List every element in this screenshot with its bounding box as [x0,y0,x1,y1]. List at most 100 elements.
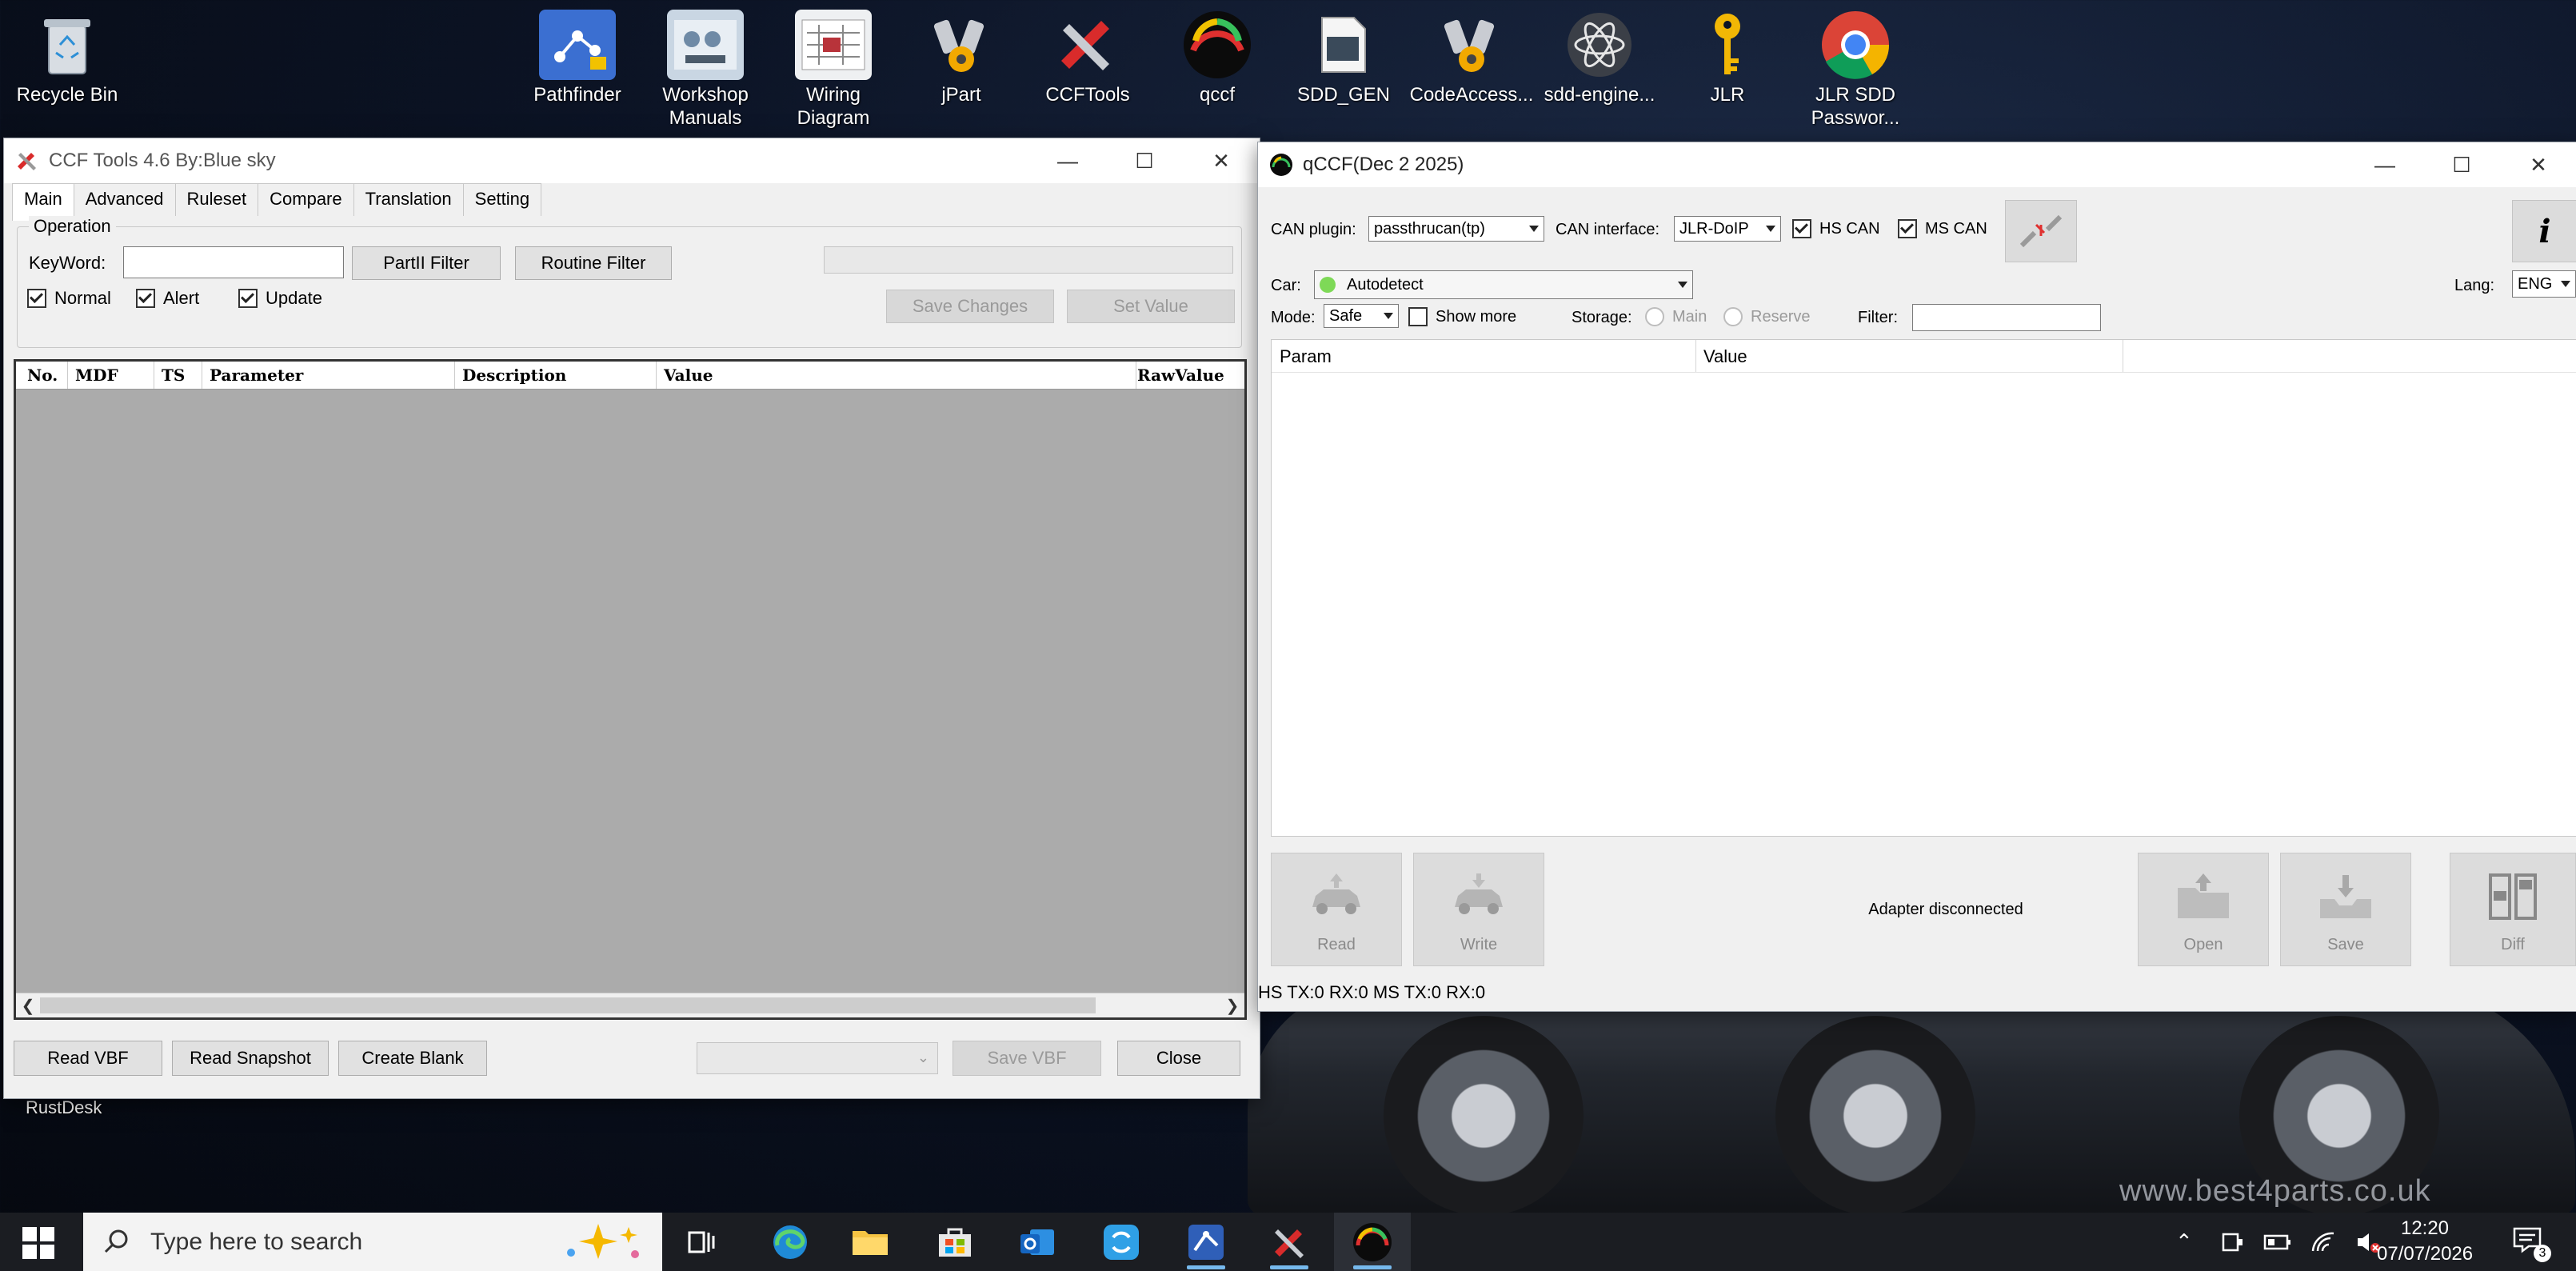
alert-checkbox[interactable]: Alert [136,288,199,309]
desktop-icon-sdd-engine[interactable]: sdd-engine... [1536,3,1663,106]
chevron-up-icon[interactable]: ⌃ [2175,1229,2193,1254]
clock[interactable]: 12:20 07/07/2026 [2377,1216,2473,1267]
col-mdf[interactable]: MDF [75,366,118,385]
chevron-down-icon [1678,282,1687,288]
maximize-button[interactable]: ☐ [1106,138,1183,183]
edge-icon[interactable] [752,1213,829,1271]
ccftools-taskbar-icon[interactable] [1251,1213,1328,1271]
chevron-down-icon [2561,281,2570,287]
file-explorer-icon[interactable] [832,1213,909,1271]
keyword-input[interactable] [123,246,344,278]
desktop-icon-workshop-manuals[interactable]: Workshop Manuals [641,3,769,130]
task-view-icon[interactable] [664,1213,741,1271]
ccf-titlebar[interactable]: CCF Tools 4.6 By:Blue sky — ☐ ✕ [4,138,1260,183]
wallpaper-wheel [1384,1016,1584,1216]
desktop-icon-ccftools[interactable]: CCFTools [1024,3,1152,106]
key-icon [1689,10,1766,80]
tab-main[interactable]: Main [12,183,74,221]
save-changes-button[interactable]: Save Changes [886,290,1054,323]
diff-button[interactable]: Diff [2450,853,2576,966]
scroll-left-icon[interactable]: ❮ [16,993,40,1017]
col-param[interactable]: Param [1280,346,1332,367]
desktop-icon-jpart[interactable]: jPart [897,3,1025,106]
close-window-button[interactable]: ✕ [1183,138,1260,183]
tab-setting[interactable]: Setting [462,183,542,216]
minimize-button[interactable]: — [1029,138,1106,183]
desktop-icon-jlr-sdd-password[interactable]: JLR SDD Passwor... [1791,3,1919,130]
storage-main-radio[interactable]: Main [1645,307,1707,326]
desktop-icon-qccf[interactable]: qccf [1153,3,1281,106]
filter-input[interactable] [1912,304,2101,331]
normal-checkbox[interactable]: Normal [27,288,111,309]
close-window-button[interactable]: ✕ [2500,142,2576,187]
routine-filter-button[interactable]: Routine Filter [515,246,672,280]
desktop-icon-sdd-gen[interactable]: SDD_GEN [1280,3,1408,106]
scroll-thumb[interactable] [40,997,1096,1013]
checkbox-checked-icon [1792,219,1811,238]
tab-translation[interactable]: Translation [353,183,464,216]
col-rawvalue[interactable]: RawValue [1137,366,1224,385]
desktop-icon-pathfinder[interactable]: Pathfinder [513,3,641,106]
col-no[interactable]: No. [27,366,58,385]
windows-start-icon[interactable] [22,1227,54,1259]
mode-select[interactable]: Safe [1324,304,1399,328]
desktop-icon-jlr[interactable]: JLR [1663,3,1791,106]
save-tray-icon [2320,875,2371,918]
sdd-gen-icon [1305,10,1382,80]
taskbar-search[interactable]: Type here to search [83,1213,662,1271]
param-table[interactable]: Param Value [1271,339,2576,837]
update-checkbox[interactable]: Update [238,288,322,309]
rustdesk-icon[interactable] [1083,1213,1160,1271]
close-button[interactable]: Close [1117,1041,1240,1076]
qccf-titlebar[interactable]: qCCF(Dec 2 2025) — ☐ ✕ [1258,142,2576,187]
can-interface-select[interactable]: JLR-DoIP [1674,216,1781,242]
create-blank-button[interactable]: Create Blank [338,1041,487,1076]
storage-reserve-radio[interactable]: Reserve [1723,307,1810,326]
desktop-icon-codeaccess[interactable]: CodeAccess... [1408,3,1536,106]
scroll-right-icon[interactable]: ❯ [1220,993,1244,1017]
store-icon[interactable] [917,1213,993,1271]
col-ts[interactable]: TS [162,366,185,385]
col-parameter[interactable]: Parameter [210,366,303,385]
write-button[interactable]: Write [1413,853,1544,966]
car-select[interactable]: Autodetect [1314,270,1693,299]
hs-can-checkbox[interactable]: HS CAN [1792,219,1880,238]
desktop-icon-recycle-bin[interactable]: Recycle Bin [3,3,131,106]
chevron-down-icon [1766,226,1775,232]
can-interface-label: CAN interface: [1556,221,1660,238]
col-description[interactable]: Description [462,366,566,385]
save-button[interactable]: Save [2280,853,2411,966]
col-value[interactable]: Value [664,366,713,385]
show-more-checkbox[interactable]: Show more [1408,307,1516,326]
battery-icon[interactable] [2263,1233,2292,1252]
partii-filter-button[interactable]: PartII Filter [352,246,501,280]
save-vbf-button[interactable]: Save VBF [953,1041,1101,1076]
tab-ruleset[interactable]: Ruleset [174,183,259,216]
tab-advanced[interactable]: Advanced [73,183,176,216]
minimize-button[interactable]: — [2346,142,2423,187]
maximize-button[interactable]: ☐ [2423,142,2500,187]
col-value[interactable]: Value [1703,346,1747,367]
parameter-grid[interactable]: No. MDF TS Parameter Description Value R… [14,359,1247,1020]
info-button[interactable]: i [2512,200,2576,262]
device-icon[interactable] [2220,1229,2246,1255]
horizontal-scrollbar[interactable]: ❮ ❯ [16,993,1244,1017]
vbf-select[interactable]: ⌄ [697,1042,938,1074]
notification-center[interactable]: 3 [2511,1225,2551,1262]
pathfinder-taskbar-icon[interactable] [1168,1213,1244,1271]
outlook-icon[interactable] [1000,1213,1076,1271]
wifi-icon[interactable] [2310,1230,2337,1254]
read-snapshot-button[interactable]: Read Snapshot [172,1041,329,1076]
set-value-button[interactable]: Set Value [1067,290,1235,323]
qccf-taskbar-icon[interactable] [1334,1213,1411,1271]
read-button[interactable]: Read [1271,853,1402,966]
lang-select[interactable]: ENG [2512,270,2576,298]
connect-button[interactable] [2005,200,2077,262]
desktop-label-rustdesk[interactable]: RustDesk [26,1097,102,1118]
open-button[interactable]: Open [2138,853,2269,966]
can-plugin-select[interactable]: passthrucan(tp) [1368,216,1544,242]
ms-can-checkbox[interactable]: MS CAN [1898,219,1987,238]
desktop-icon-wiring-diagram[interactable]: Wiring Diagram [769,3,897,130]
tab-compare[interactable]: Compare [258,183,354,216]
read-vbf-button[interactable]: Read VBF [14,1041,162,1076]
